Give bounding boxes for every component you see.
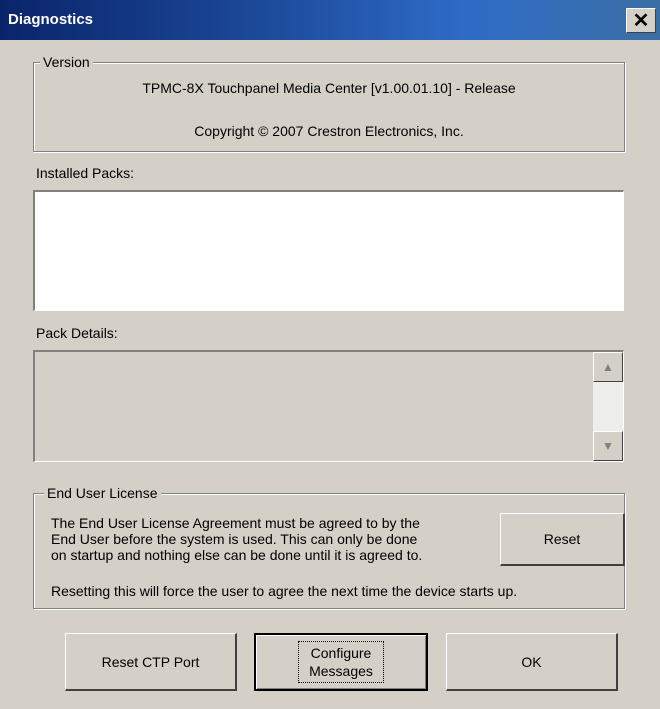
reset-ctp-port-button[interactable]: Reset CTP Port [65,633,237,691]
copyright-text: Copyright © 2007 Crestron Electronics, I… [194,123,464,139]
product-version-text: TPMC-8X Touchpanel Media Center [v1.00.0… [142,80,516,96]
arrow-down-icon: ▼ [602,439,614,453]
pack-details-label: Pack Details: [36,325,118,341]
eula-text-line-2: End User before the system is used. This… [51,531,418,547]
version-legend: Version [40,54,93,70]
arrow-up-icon: ▲ [602,360,614,374]
configure-messages-button[interactable]: Configure Messages [254,633,428,691]
close-button[interactable]: ✕ [626,8,656,33]
configure-messages-label-1: Configure [310,645,372,661]
eula-reset-button[interactable]: Reset [500,513,625,566]
eula-text-line-3: on startup and nothing else can be done … [51,547,423,563]
eula-text-line-1: The End User License Agreement must be a… [51,515,420,531]
eula-legend: End User License [44,485,161,501]
installed-packs-label: Installed Packs: [36,165,135,181]
ok-button[interactable]: OK [446,633,618,691]
version-group: Version TPMC-8X Touchpanel Media Center … [33,54,625,152]
pack-details-field[interactable]: ▲ ▼ [33,350,624,462]
title-bar: Diagnostics ✕ [0,0,660,40]
close-icon: ✕ [632,10,650,32]
eula-reset-note: Resetting this will force the user to ag… [51,583,518,599]
installed-packs-list[interactable] [33,190,624,311]
pack-details-scrollbar[interactable]: ▲ ▼ [593,352,623,461]
window-title: Diagnostics [8,11,94,28]
diagnostics-dialog: Diagnostics ✕ Version TPMC-8X Touchpanel… [0,0,660,709]
scroll-down-button[interactable]: ▼ [593,431,623,461]
configure-messages-label-2: Messages [309,663,373,679]
scroll-up-button[interactable]: ▲ [593,352,623,382]
eula-group: End User License The End User License Ag… [33,485,625,609]
focus-ring: Configure Messages [298,641,384,683]
